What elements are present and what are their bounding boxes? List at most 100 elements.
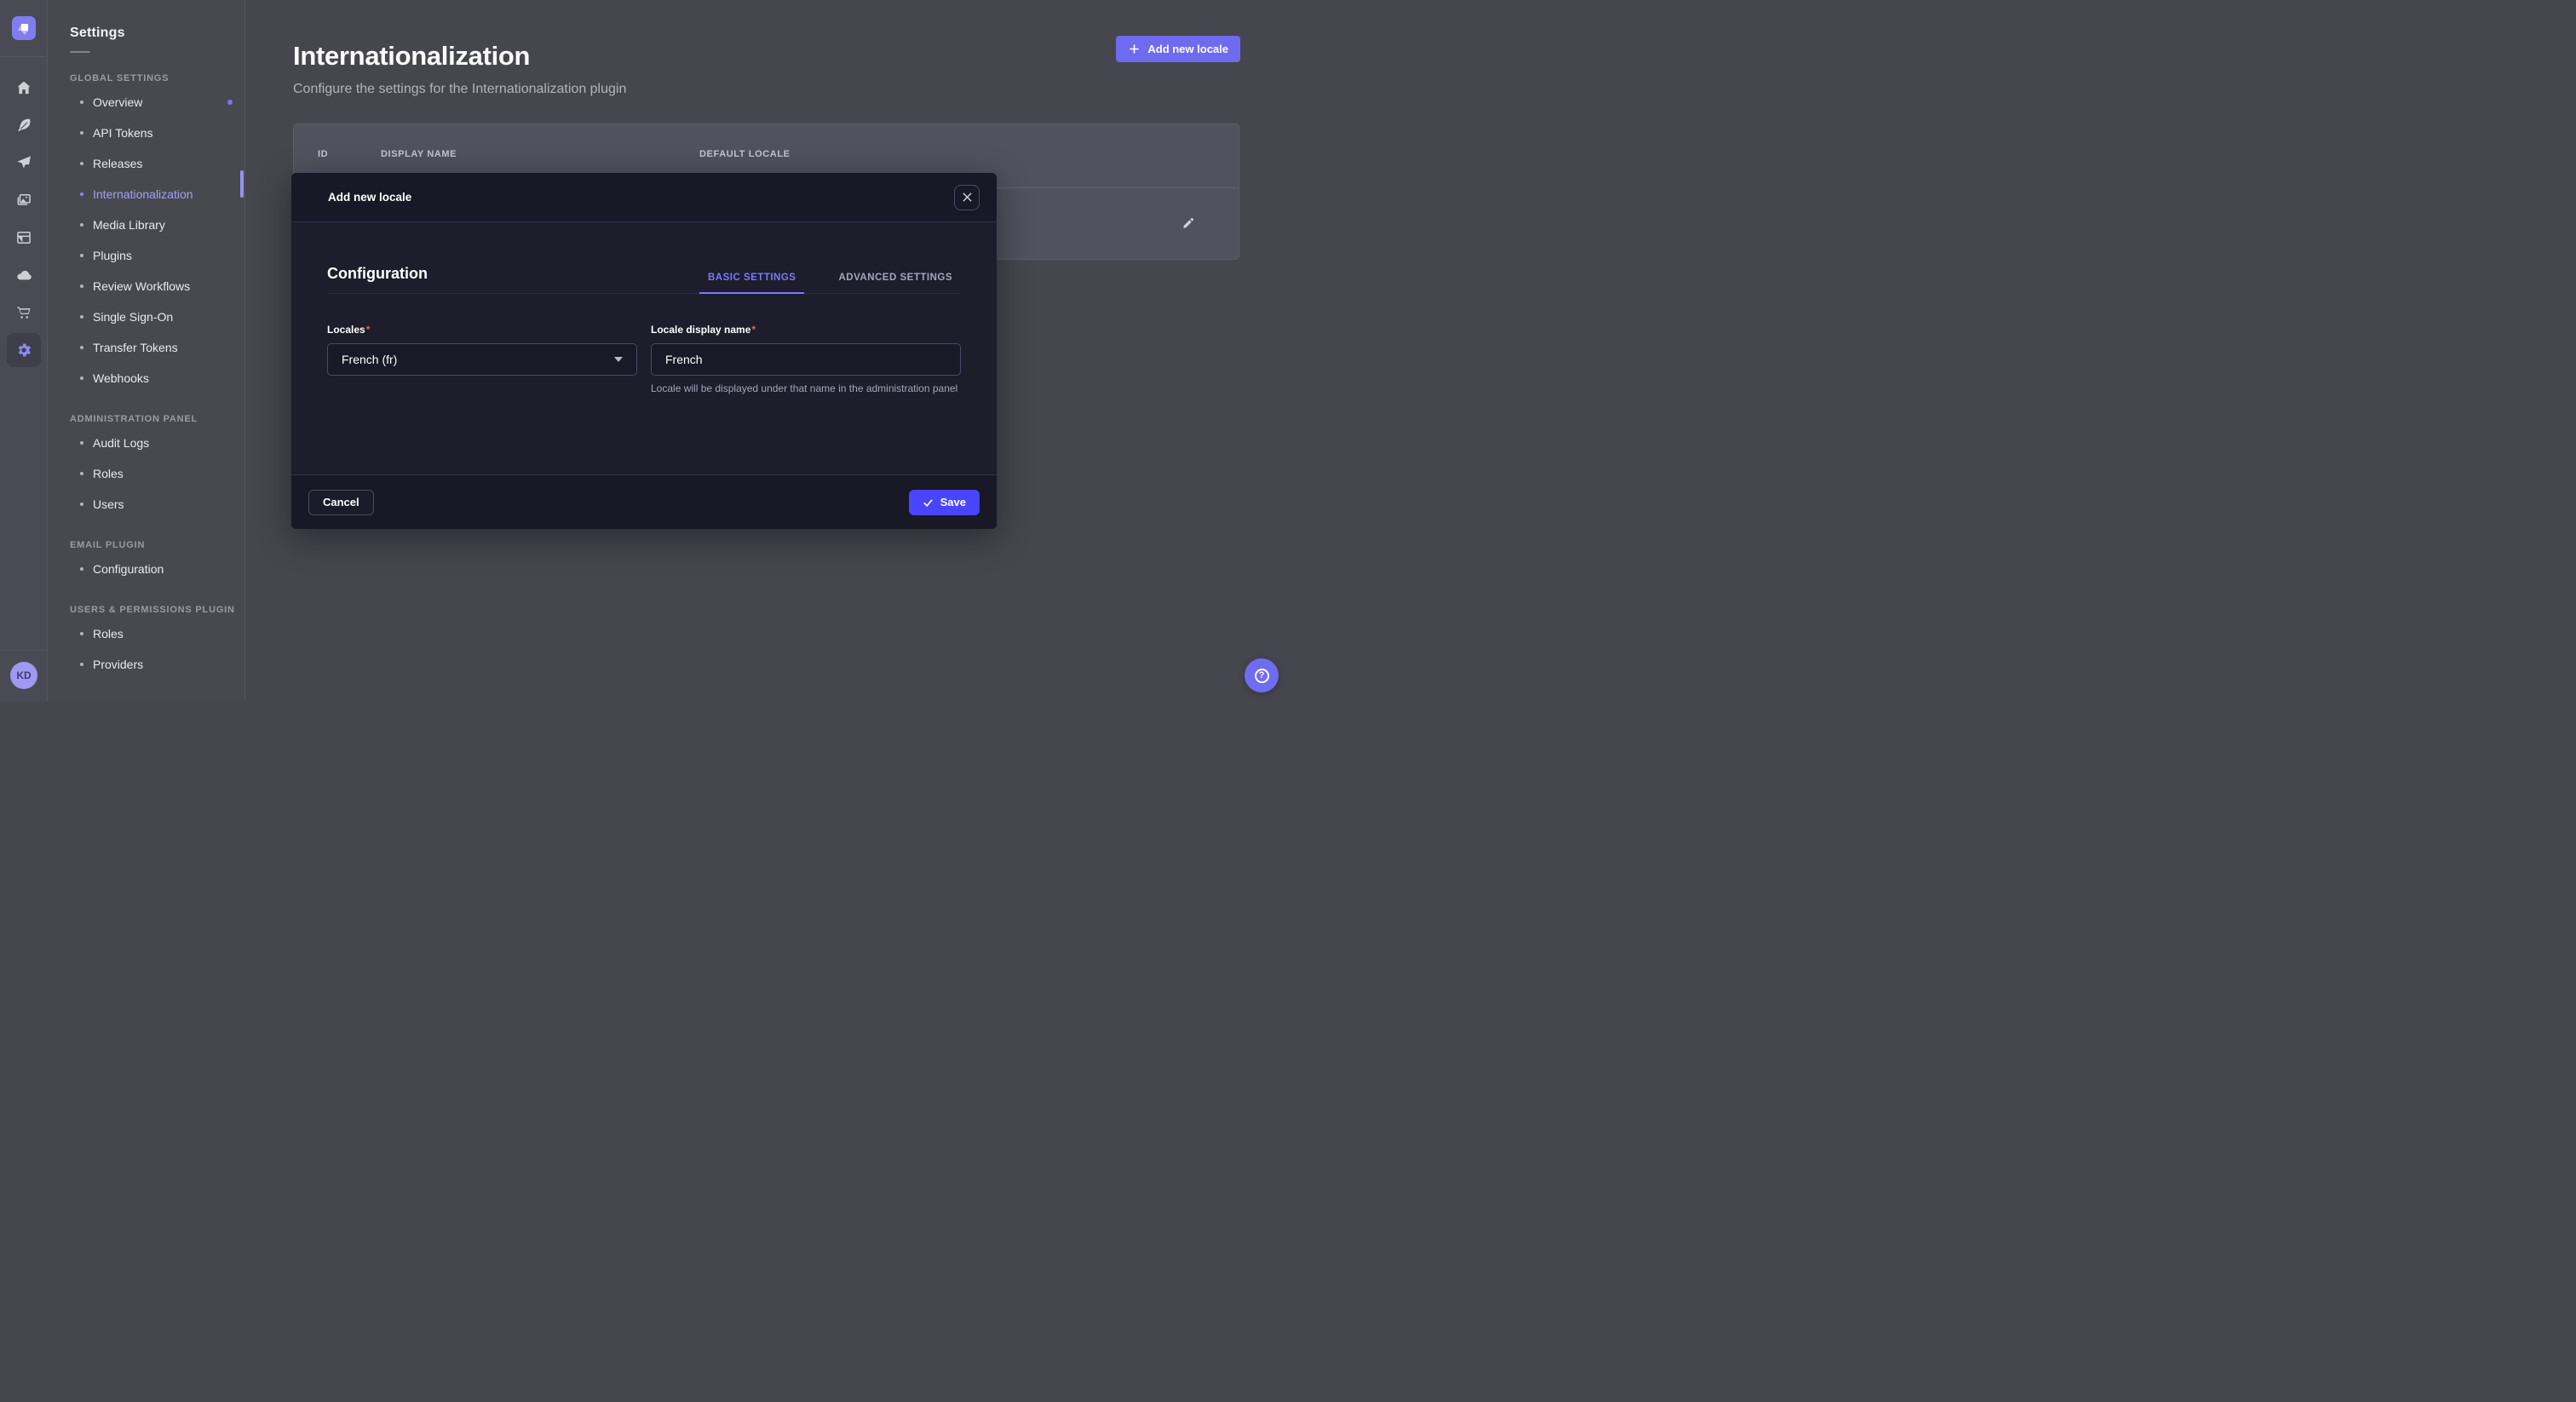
display-name-input[interactable] [665,344,946,375]
tab-advanced-settings[interactable]: ADVANCED SETTINGS [830,273,961,294]
bullet-icon [80,503,83,506]
sidebar-item-transfer-tokens[interactable]: Transfer Tokens [70,332,244,363]
section-header: EMAIL PLUGIN [70,540,244,550]
display-name-label: Locale display name* [651,324,756,336]
rail-home-button[interactable] [7,71,41,105]
sidebar-item-label: Media Library [93,218,165,232]
sidebar-item-review-workflows[interactable]: Review Workflows [70,271,244,302]
rail-settings-button[interactable] [7,333,41,367]
sidebar-item-label: Internationalization [93,187,193,201]
sidebar-item-label: Audit Logs [93,436,149,450]
user-avatar[interactable]: KD [10,662,37,689]
display-name-hint: Locale will be displayed under that name… [651,382,961,395]
page-header: Internationalization Configure the setti… [293,41,1240,97]
add-new-locale-label: Add new locale [1147,43,1228,55]
locales-label-text: Locales [327,324,365,336]
sidebar-item-label: Webhooks [93,371,149,385]
rail-cloud-button[interactable] [7,258,41,292]
display-name-field: Locale display name* Locale will be disp… [651,322,961,395]
bullet-icon [80,131,83,135]
strapi-logo[interactable] [12,16,36,40]
rail-layout-button[interactable] [7,221,41,255]
tab-basic-settings[interactable]: BASIC SETTINGS [699,273,804,294]
sidebar-item-up-roles[interactable]: Roles [70,618,244,649]
modal-body: Configuration BASIC SETTINGS ADVANCED SE… [291,222,997,474]
gear-icon [15,342,32,359]
sidebar-item-label: Releases [93,157,142,170]
modal-footer: Cancel Save [291,474,997,529]
pictures-icon [15,192,32,209]
page-title: Internationalization [293,41,1240,72]
bullet-icon [80,441,83,445]
sidebar-item-label: Plugins [93,249,132,262]
save-label: Save [940,496,966,509]
sidebar-item-email-configuration[interactable]: Configuration [70,554,244,584]
bullet-icon [80,376,83,380]
edit-locale-button[interactable] [1177,214,1198,234]
locales-label: Locales* [327,324,370,336]
sidebar-item-internationalization[interactable]: Internationalization [70,179,244,210]
save-button[interactable]: Save [909,490,980,515]
rail-deploy-button[interactable] [7,146,41,180]
section-header: GLOBAL SETTINGS [70,73,244,83]
rail-marketplace-button[interactable] [7,296,41,330]
configuration-header-row: Configuration BASIC SETTINGS ADVANCED SE… [327,222,961,294]
bullet-icon [80,663,83,666]
sidebar-item-single-sign-on[interactable]: Single Sign-On [70,302,244,332]
sidebar-item-label: Single Sign-On [93,310,173,324]
strapi-logo-icon [16,20,32,36]
sidebar-title-divider [70,51,90,53]
sidebar-scrollbar-thumb[interactable] [240,170,244,198]
sidebar-title: Settings [70,26,244,41]
sidebar-item-admin-roles[interactable]: Roles [70,458,244,489]
pencil-icon [1181,216,1195,231]
section-administration-panel: ADMINISTRATION PANEL Audit Logs Roles Us… [70,414,244,520]
display-name-label-text: Locale display name [651,324,750,336]
sidebar-item-label: Roles [93,467,124,480]
bullet-icon [80,254,83,257]
page-subtitle: Configure the settings for the Internati… [293,82,1240,97]
sidebar-item-label: Transfer Tokens [93,341,178,354]
chevron-down-icon [614,357,623,362]
sidebar-item-admin-users[interactable]: Users [70,489,244,520]
sidebar-item-media-library[interactable]: Media Library [70,210,244,240]
bullet-icon [80,346,83,349]
locales-select[interactable]: French (fr) [327,343,637,376]
bullet-icon [80,315,83,319]
settings-sidebar: Settings GLOBAL SETTINGS Overview API To… [49,0,245,701]
add-new-locale-button[interactable]: Add new locale [1116,36,1240,62]
modal-close-button[interactable] [954,185,980,210]
sidebar-item-plugins[interactable]: Plugins [70,240,244,271]
help-button[interactable]: ? [1245,658,1279,692]
sidebar-item-label: Users [93,497,124,511]
icon-rail: KD [0,0,48,701]
rail-media-library-button[interactable] [7,183,41,217]
paper-plane-icon [15,154,32,171]
locales-field: Locales* French (fr) [327,322,637,395]
sidebar-item-audit-logs[interactable]: Audit Logs [70,428,244,458]
sidebar-item-label: API Tokens [93,126,153,140]
bullet-icon [80,472,83,475]
sidebar-item-up-providers[interactable]: Providers [70,649,244,680]
column-header-id: ID [318,149,328,159]
home-icon [15,79,32,96]
avatar-initials: KD [16,669,31,681]
cancel-button[interactable]: Cancel [308,490,374,515]
sidebar-item-overview[interactable]: Overview [70,87,244,118]
layout-icon [15,229,32,246]
bullet-icon [80,162,83,165]
add-locale-modal: Add new locale Configuration BASIC SETTI… [291,173,997,529]
cloud-icon [15,267,32,284]
section-header: ADMINISTRATION PANEL [70,414,244,424]
sidebar-item-api-tokens[interactable]: API Tokens [70,118,244,148]
notification-dot [227,100,233,105]
sidebar-item-label: Overview [93,95,142,109]
section-email-plugin: EMAIL PLUGIN Configuration [70,540,244,584]
configuration-title: Configuration [327,265,428,293]
column-header-default-locale: DEFAULT LOCALE [699,149,791,159]
rail-content-builder-button[interactable] [7,108,41,142]
section-users-permissions-plugin: USERS & PERMISSIONS PLUGIN Roles Provide… [70,605,244,680]
question-mark-icon: ? [1255,669,1269,683]
sidebar-item-releases[interactable]: Releases [70,148,244,179]
sidebar-item-webhooks[interactable]: Webhooks [70,363,244,394]
